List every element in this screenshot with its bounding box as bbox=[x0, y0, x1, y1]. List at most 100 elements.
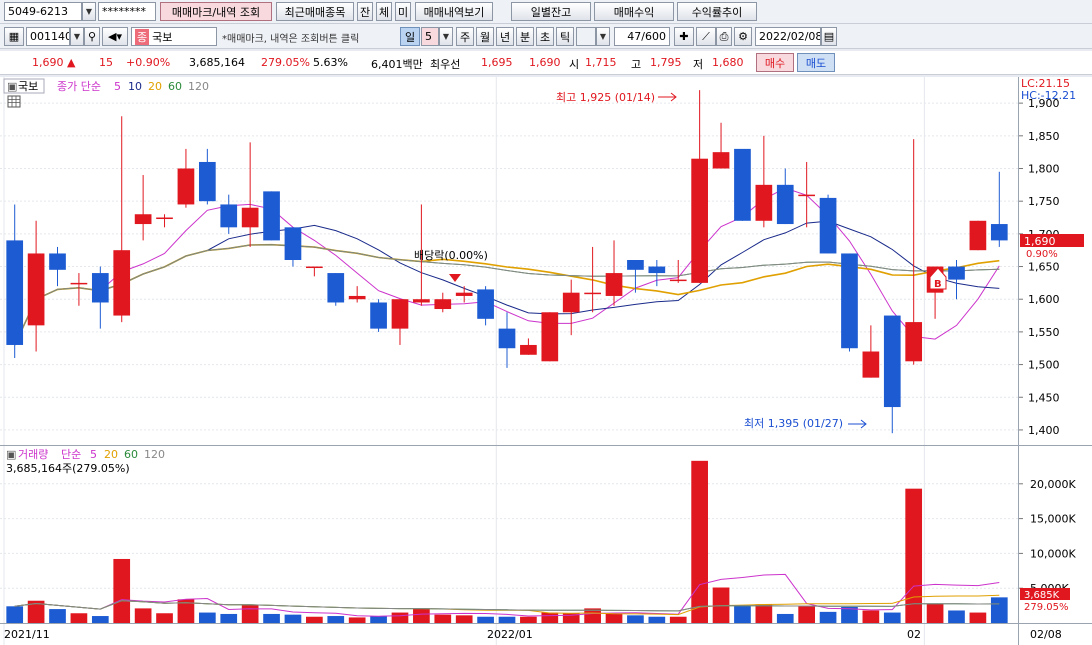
volume-bar bbox=[969, 612, 987, 623]
volume-bar bbox=[434, 614, 452, 623]
password-field[interactable]: ******** bbox=[98, 2, 156, 21]
period-year-tab[interactable]: 년 bbox=[496, 27, 514, 46]
price-tick-label: 1,500 bbox=[1028, 359, 1060, 372]
return-trend-button[interactable]: 수익률추이 bbox=[677, 2, 757, 21]
period-count-field[interactable]: 5 bbox=[421, 27, 439, 46]
candle-body bbox=[905, 322, 923, 362]
vol-legend-ma20: 20 bbox=[104, 448, 118, 461]
candle-body bbox=[883, 315, 901, 408]
volume-title: 거래량 bbox=[18, 448, 48, 461]
price-tick-label: 1,600 bbox=[1028, 293, 1060, 306]
period-month-tab[interactable]: 월 bbox=[476, 27, 494, 46]
period-minute-label: 분 bbox=[519, 30, 531, 44]
recent-stocks-button[interactable]: 최근매매종목 bbox=[276, 2, 354, 21]
tick-interval-dropdown[interactable]: ▼ bbox=[596, 27, 610, 46]
price-tick-label: 1,550 bbox=[1028, 326, 1060, 339]
menu-icon[interactable]: ▦ bbox=[4, 27, 24, 46]
search-icon[interactable]: ⚲ bbox=[84, 27, 100, 46]
settings-gear-icon[interactable]: ⚙ bbox=[734, 27, 752, 46]
volume-bar bbox=[113, 558, 131, 623]
candle-body bbox=[177, 168, 195, 205]
stock-code-field[interactable]: 001140 bbox=[26, 27, 70, 46]
unfilled-button[interactable]: 미 bbox=[395, 2, 411, 21]
draw-line-icon[interactable]: ⟋ bbox=[696, 27, 716, 46]
price-value: 1,690 bbox=[32, 56, 64, 69]
account-field[interactable]: 5049-6213 bbox=[4, 2, 82, 21]
candle-body bbox=[241, 207, 259, 228]
account-dropdown[interactable]: ▼ bbox=[82, 2, 96, 21]
buy-button[interactable]: 매수 bbox=[756, 53, 794, 72]
low-price: 1,680 bbox=[712, 56, 744, 69]
return-trend-label: 수익률추이 bbox=[691, 5, 743, 19]
volume-tick-label: 15,000K bbox=[1030, 513, 1076, 526]
legend-ma60: 60 bbox=[168, 80, 182, 93]
high-price: 1,795 bbox=[650, 56, 682, 69]
volume-bar bbox=[819, 611, 837, 623]
date-field[interactable]: 2022/02/08 bbox=[755, 27, 821, 46]
volume-bar bbox=[798, 606, 816, 623]
candle-body bbox=[798, 194, 816, 197]
data-count-field[interactable]: 47/600 bbox=[614, 27, 670, 46]
trade-history-button[interactable]: 매매내역보기 bbox=[415, 2, 493, 21]
volume-bar bbox=[156, 613, 173, 623]
print-icon[interactable]: ⎙ bbox=[716, 27, 732, 46]
x-label-feb: 02 bbox=[907, 628, 921, 641]
tick-interval-field[interactable] bbox=[576, 27, 596, 46]
account-number: 5049-6213 bbox=[8, 5, 68, 18]
stock-chart[interactable]: 1,9001,8501,8001,7501,7001,6501,6001,550… bbox=[0, 77, 1092, 645]
volume-bar bbox=[926, 603, 944, 623]
calendar-icon[interactable]: ▤ bbox=[821, 27, 837, 46]
period-week-tab[interactable]: 주 bbox=[456, 27, 474, 46]
x-label-current-date: 02/08 bbox=[1030, 628, 1062, 641]
candle-body bbox=[541, 312, 559, 362]
volume-bar bbox=[520, 616, 537, 623]
candle-body bbox=[712, 152, 730, 169]
candle-body bbox=[498, 328, 516, 349]
vol-legend-ma120: 120 bbox=[144, 448, 165, 461]
balance-button[interactable]: 잔 bbox=[357, 2, 373, 21]
candle-body bbox=[605, 273, 623, 296]
trade-profit-button[interactable]: 매매수익 bbox=[594, 2, 674, 21]
price-tick-label: 1,850 bbox=[1028, 130, 1060, 143]
volume-bar bbox=[541, 612, 559, 623]
candle-body bbox=[284, 227, 302, 260]
period-count: 5 bbox=[425, 30, 432, 43]
table-view-icon[interactable] bbox=[7, 95, 21, 108]
volume-bar bbox=[198, 612, 216, 623]
period-minute-tab[interactable]: 분 bbox=[516, 27, 534, 46]
candle-body bbox=[734, 148, 751, 221]
open-price: 1,715 bbox=[585, 56, 617, 69]
candle-body bbox=[27, 253, 45, 326]
filled-label: 체 bbox=[378, 5, 390, 19]
sell-button[interactable]: 매도 bbox=[797, 53, 835, 72]
dividend-annotation: 배당락(0.00%) bbox=[414, 249, 488, 262]
trade-marks-label: 매매마크/내역 조회 bbox=[171, 5, 261, 19]
price-panel-tab-label: 국보 bbox=[18, 80, 38, 93]
candle-body bbox=[113, 250, 131, 316]
candle-body bbox=[134, 214, 152, 225]
candle-body bbox=[841, 253, 858, 349]
trade-marks-button[interactable]: 매매마크/내역 조회 bbox=[160, 2, 272, 21]
turnover-rate: 5.63% bbox=[313, 56, 348, 69]
code-dropdown[interactable]: ▼ bbox=[70, 27, 84, 46]
period-tick-tab[interactable]: 틱 bbox=[556, 27, 574, 46]
daily-balance-button[interactable]: 일별잔고 bbox=[511, 2, 591, 21]
period-day-tab[interactable]: 일 bbox=[400, 27, 420, 46]
filled-button[interactable]: 체 bbox=[376, 2, 392, 21]
vol-legend-ma60: 60 bbox=[124, 448, 138, 461]
period-second-tab[interactable]: 초 bbox=[536, 27, 554, 46]
stock-name: 국보 bbox=[152, 30, 173, 44]
period-count-dropdown[interactable]: ▼ bbox=[439, 27, 453, 46]
stock-name-field[interactable]: 종 국보 bbox=[131, 27, 217, 46]
volume-info: 3,685,164주(279.05%) bbox=[6, 462, 130, 475]
candle-body bbox=[520, 344, 537, 355]
volume-legend-main: 단순 bbox=[61, 448, 81, 461]
buy-mark-label: B bbox=[934, 279, 942, 290]
price-change: 15 bbox=[99, 56, 113, 69]
candle-body bbox=[70, 282, 88, 285]
candle-body bbox=[370, 302, 387, 329]
candle-body bbox=[306, 266, 323, 269]
crosshair-icon[interactable]: ✚ bbox=[674, 27, 694, 46]
quote-bar: 1,690 ▲ 15 +0.90% 3,685,164 279.05% 5.63… bbox=[0, 51, 1092, 75]
speaker-icon[interactable]: ◀▾ bbox=[102, 27, 128, 46]
